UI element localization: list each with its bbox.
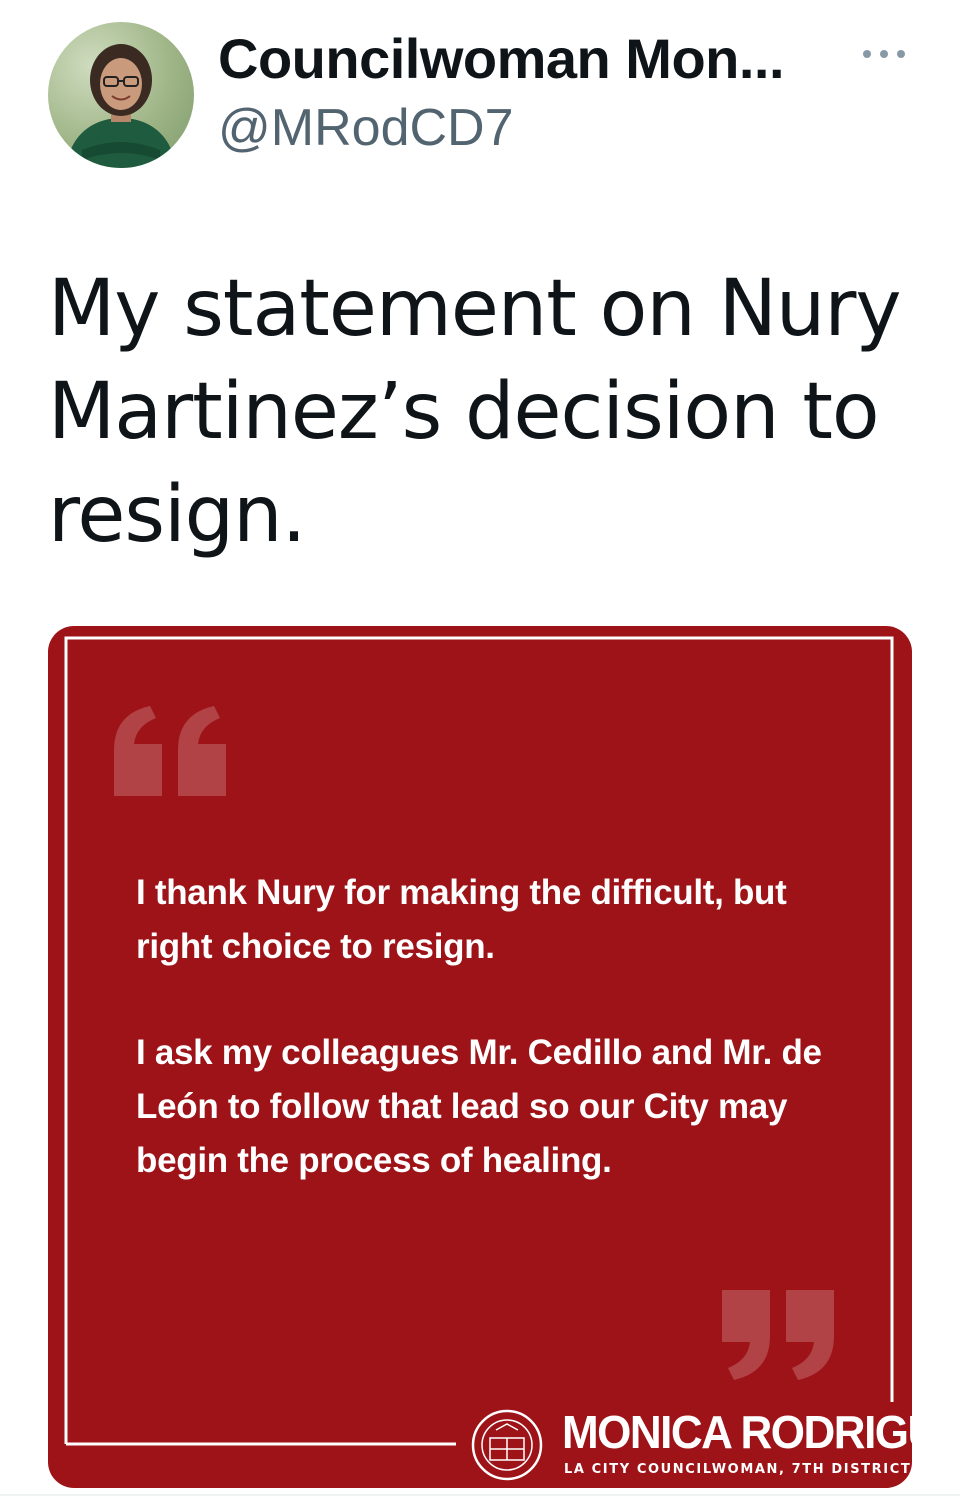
divider — [0, 1494, 960, 1496]
display-name[interactable]: Councilwoman Mon... — [218, 26, 785, 91]
signature-name: MONICA RODRIGUEZ — [562, 1406, 912, 1459]
statement-quote: I thank Nury for making the difficult, b… — [136, 866, 836, 1240]
close-quote-icon — [722, 1290, 834, 1380]
statement-paragraph-1: I thank Nury for making the difficult, b… — [136, 873, 787, 966]
open-quote-icon — [114, 706, 226, 796]
city-seal-icon — [471, 1409, 543, 1481]
statement-paragraph-2: I ask my colleagues Mr. Cedillo and Mr. … — [136, 1033, 822, 1180]
user-handle[interactable]: @MRodCD7 — [218, 98, 514, 158]
more-horizontal-icon[interactable] — [858, 44, 910, 64]
tweet-header: Councilwoman Mon... @MRodCD7 — [0, 0, 960, 200]
tweet-text: My statement on Nury Martinez’s decision… — [48, 264, 902, 560]
avatar[interactable] — [48, 22, 194, 168]
signature-title: LA CITY COUNCILWOMAN, 7TH DISTRICT — [564, 1462, 912, 1477]
statement-image[interactable]: I thank Nury for making the difficult, b… — [48, 626, 912, 1488]
